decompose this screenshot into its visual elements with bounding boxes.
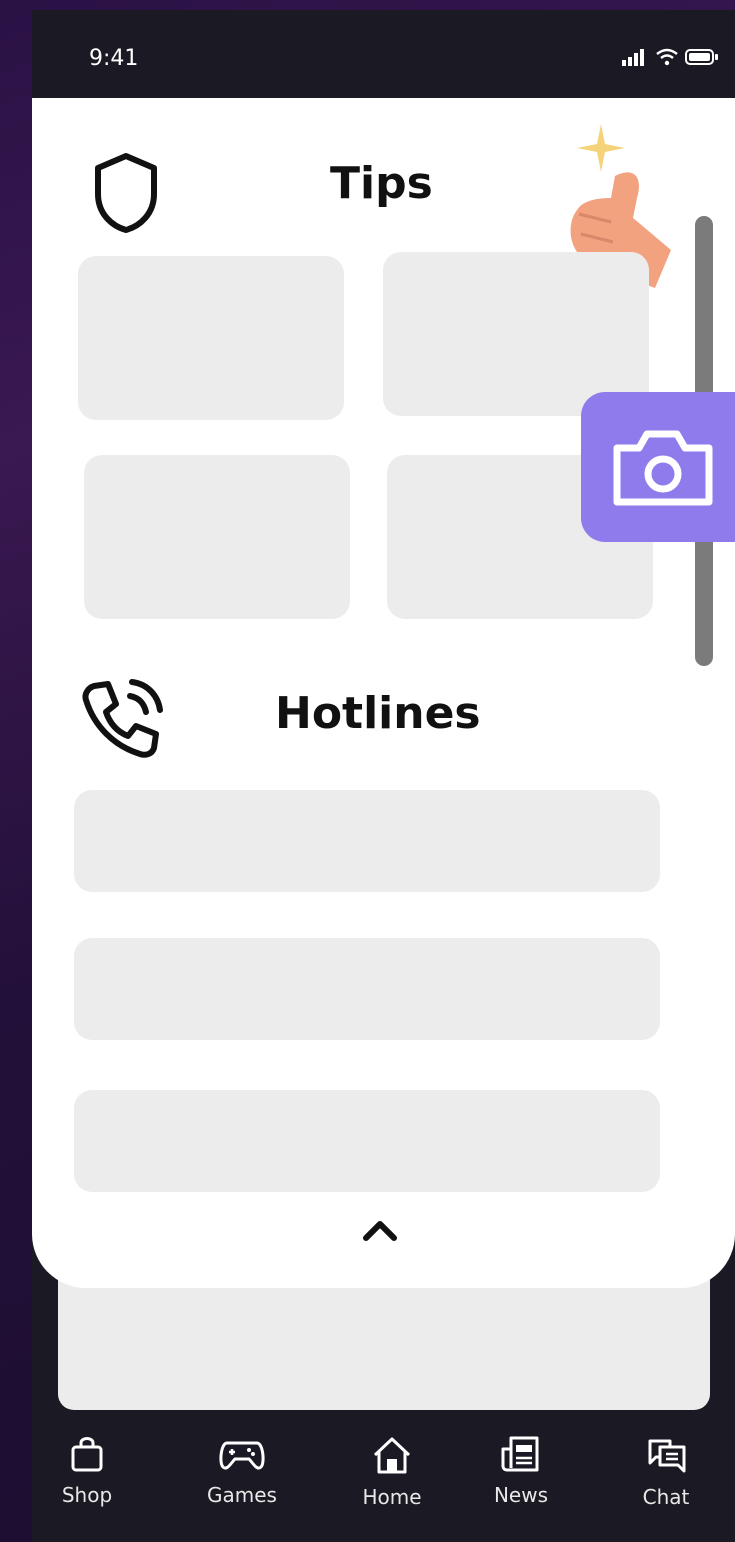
battery-icon — [685, 49, 718, 65]
cellular-signal-icon — [622, 49, 644, 66]
camera-button[interactable] — [581, 392, 735, 542]
wifi-icon — [656, 48, 678, 66]
tip-card[interactable] — [84, 455, 350, 619]
expanded-sheet: Tips Hotlines — [32, 98, 735, 1288]
tab-home[interactable]: Home — [342, 1435, 442, 1509]
tab-label: Games — [207, 1483, 277, 1507]
hotlines-title: Hotlines — [275, 688, 481, 739]
home-icon — [373, 1437, 411, 1474]
tab-shop[interactable]: Shop — [37, 1435, 137, 1507]
tip-card[interactable] — [78, 256, 344, 420]
status-time: 9:41 — [89, 46, 139, 71]
hotline-item[interactable] — [74, 790, 660, 892]
tab-label: Home — [362, 1485, 422, 1509]
camera-icon — [613, 430, 713, 506]
chat-bubbles-icon — [648, 1439, 686, 1473]
phone-ringing-icon — [82, 679, 163, 758]
hotline-item[interactable] — [74, 938, 660, 1040]
tab-games[interactable]: Games — [192, 1435, 292, 1507]
tab-label: Shop — [61, 1483, 113, 1507]
tab-label: News — [493, 1483, 549, 1507]
gamepad-icon — [219, 1441, 265, 1470]
tab-chat[interactable]: Chat — [616, 1435, 716, 1509]
status-icons — [621, 48, 719, 66]
tab-label: Chat — [642, 1485, 690, 1509]
chevron-up-icon[interactable] — [362, 1218, 398, 1242]
shield-icon — [95, 153, 157, 233]
status-bar: 9:41 — [32, 10, 735, 100]
tab-news[interactable]: News — [471, 1435, 571, 1507]
shopping-bag-icon — [71, 1437, 103, 1472]
newspaper-icon — [501, 1436, 539, 1472]
tips-title: Tips — [330, 158, 433, 209]
hotline-item[interactable] — [74, 1090, 660, 1192]
phone-screen: 9:41 Tips Hotlines Shop Games Home News … — [32, 10, 735, 1542]
bottom-tab-bar: Shop Games Home News Chat — [32, 1415, 735, 1542]
